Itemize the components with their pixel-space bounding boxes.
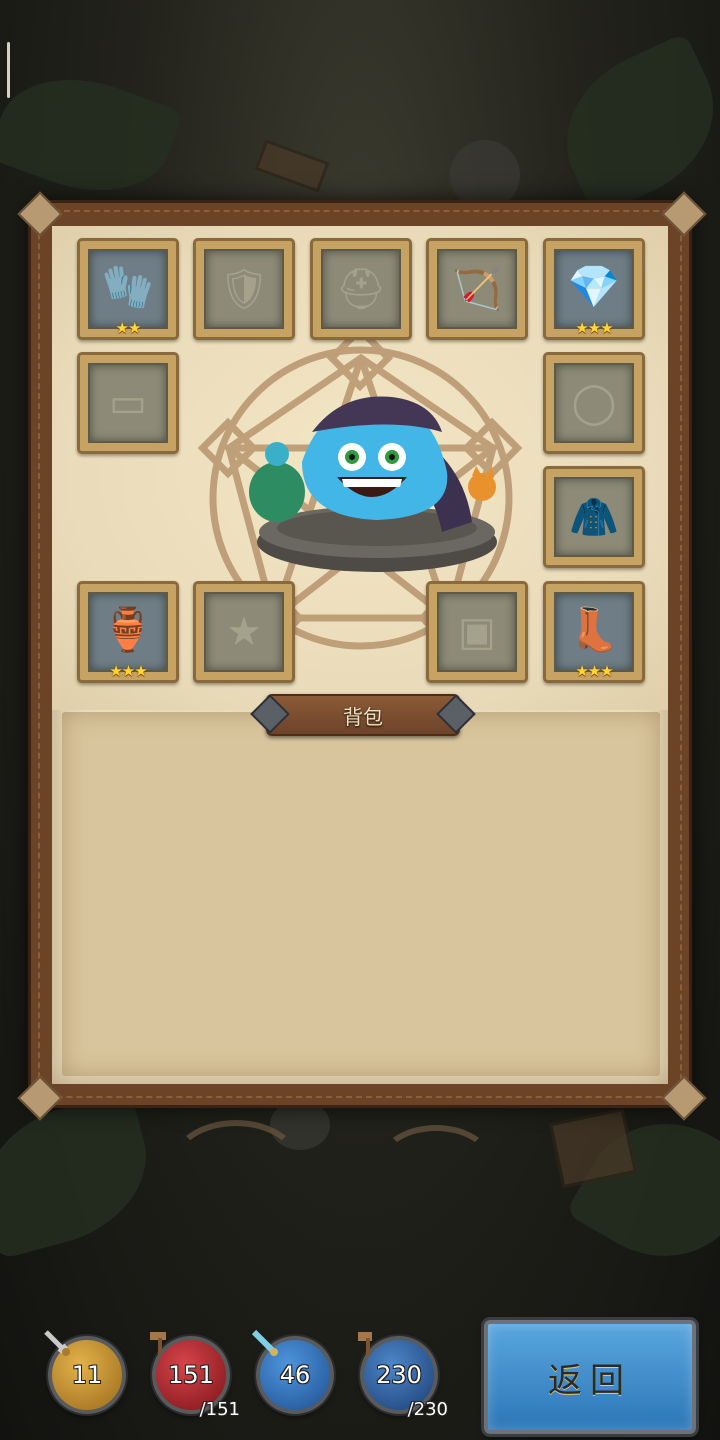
chest-slot[interactable]: ▣ xyxy=(426,581,528,683)
badge-slot[interactable]: ★ xyxy=(193,581,295,683)
status-indicator xyxy=(7,42,10,98)
mace-icon xyxy=(358,1332,372,1356)
mana-value: 230 xyxy=(376,1361,422,1389)
slime-hero-character xyxy=(249,396,497,572)
defense-value: 46 xyxy=(279,1361,311,1389)
star-rating: ★★★ xyxy=(575,319,613,337)
ring-icon: ◯ xyxy=(571,380,617,426)
defense-stat[interactable]: 46 xyxy=(251,1329,334,1414)
cloak-slot[interactable]: 🧥 xyxy=(543,466,645,568)
hammer-icon xyxy=(150,1332,166,1356)
crossbow-icon: 🏹 xyxy=(452,266,502,313)
gauntlet-slot[interactable]: 🧤 ★★ xyxy=(77,238,179,340)
blue-sword-icon xyxy=(251,1329,278,1356)
hp-max: /151 xyxy=(199,1399,240,1420)
necklace-slot[interactable]: 💎 ★★★ xyxy=(543,238,645,340)
star-rating: ★★★ xyxy=(575,662,613,680)
sapphire-necklace-icon: 💎 xyxy=(567,262,621,312)
attack-value: 11 xyxy=(71,1361,103,1389)
pet-slot[interactable]: 🏺 ★★★ xyxy=(77,581,179,683)
boots-slot[interactable]: 👢 ★★★ xyxy=(543,581,645,683)
hp-stat[interactable]: 151 /151 xyxy=(150,1332,240,1420)
bag-label: 背包 xyxy=(343,704,383,729)
cloak-icon: 🧥 xyxy=(569,494,619,541)
helmet-slot[interactable]: ⛑ xyxy=(310,238,412,340)
mana-max: /230 xyxy=(407,1399,448,1420)
badge-icon: ★ xyxy=(226,609,262,655)
crossbow-slot[interactable]: 🏹 xyxy=(426,238,528,340)
bag-tab: 背包 xyxy=(266,694,460,736)
gauntlet-icon: 🧤 xyxy=(101,262,155,312)
bag-inventory-area[interactable] xyxy=(62,712,660,1076)
winged-boots-icon: 👢 xyxy=(567,605,621,655)
return-button-label: 返回 xyxy=(548,1360,632,1401)
hp-value: 151 xyxy=(168,1361,214,1389)
mana-stat[interactable]: 230 /230 xyxy=(358,1332,448,1420)
star-rating: ★★ xyxy=(115,319,142,337)
armor-icon: 🛡 xyxy=(218,266,270,313)
belt-slot[interactable]: ▭ xyxy=(77,352,179,454)
belt-icon: ▭ xyxy=(109,380,147,426)
sword-icon xyxy=(44,1330,70,1356)
star-rating: ★★★ xyxy=(109,662,147,680)
treasure-chest-icon: ▣ xyxy=(458,609,496,655)
gourd-icon: 🏺 xyxy=(101,605,155,655)
ring-slot[interactable]: ◯ xyxy=(543,352,645,454)
attack-stat[interactable]: 11 xyxy=(44,1330,126,1414)
armor-slot[interactable]: 🛡 xyxy=(193,238,295,340)
helmet-icon: ⛑ xyxy=(335,266,387,313)
return-button[interactable]: 返回 xyxy=(484,1320,696,1434)
